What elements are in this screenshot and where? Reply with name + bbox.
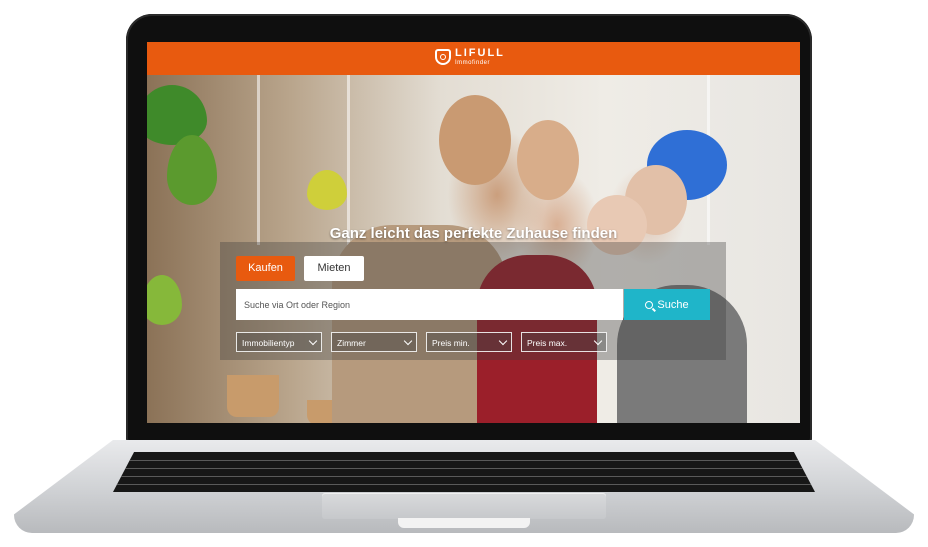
logo-sub-text: Immofinder [455, 60, 491, 66]
laptop-keyboard [113, 452, 815, 492]
tab-kaufen[interactable]: Kaufen [236, 256, 295, 281]
tab-mieten[interactable]: Mieten [304, 256, 364, 281]
chevron-down-icon [593, 336, 603, 346]
top-bar: LIFULL Immofinder [147, 42, 800, 75]
house-logo-icon [435, 49, 451, 65]
filter-immobilientyp[interactable]: Immobilientyp [236, 332, 322, 352]
site-logo[interactable]: LIFULL Immofinder [435, 48, 505, 66]
chevron-down-icon [498, 336, 508, 346]
chevron-down-icon [308, 336, 318, 346]
search-button[interactable]: Suche [624, 289, 710, 320]
laptop-notch [398, 518, 530, 528]
laptop-touchpad [322, 493, 606, 519]
search-panel: Kaufen Mieten Suche Immobilientyp Zimmer… [220, 242, 726, 360]
laptop-screen: LIFULL Immofinder Ganz leicht das perfek… [147, 42, 800, 423]
filter-zimmer[interactable]: Zimmer [331, 332, 417, 352]
logo-main-text: LIFULL [455, 47, 505, 59]
chevron-down-icon [403, 336, 413, 346]
hero-headline: Ganz leicht das perfekte Zuhause finden [329, 225, 618, 242]
filter-preis-min[interactable]: Preis min. [426, 332, 512, 352]
search-button-label: Suche [657, 298, 689, 311]
search-icon [645, 300, 654, 309]
search-input[interactable] [236, 289, 623, 320]
filter-preis-max[interactable]: Preis max. [521, 332, 607, 352]
